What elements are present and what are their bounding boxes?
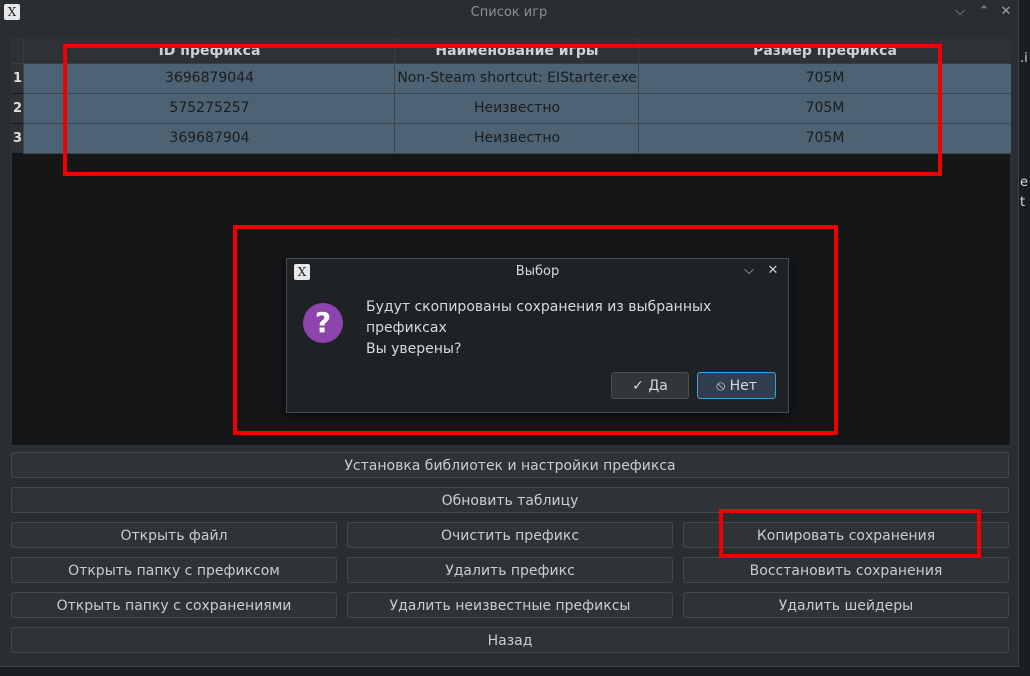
window-titlebar[interactable]: X Список игр ⌵ ⌃ ✕ (0, 0, 1018, 26)
install-libraries-button[interactable]: Установка библиотек и настройки префикса (11, 452, 1009, 478)
close-icon[interactable]: ✕ (997, 3, 1015, 21)
highlight-box-table (63, 44, 942, 176)
background-text-fragment: e (1020, 175, 1028, 190)
clear-prefix-button[interactable]: Очистить префикс (347, 522, 673, 548)
open-file-button[interactable]: Открыть файл (11, 522, 337, 548)
window-title: Список игр (470, 5, 548, 20)
background-text-fragment: .i (1020, 51, 1028, 66)
row-number[interactable]: 3 (12, 124, 23, 153)
open-prefix-folder-button[interactable]: Открыть папку с префиксом (11, 557, 337, 583)
back-button[interactable]: Назад (11, 627, 1009, 653)
restore-saves-button[interactable]: Восстановить сохранения (683, 557, 1009, 583)
row-number[interactable]: 1 (12, 64, 23, 93)
background-text-fragment: t (1020, 195, 1026, 210)
highlight-box-copy-saves (719, 509, 981, 558)
minimize-icon[interactable]: ⌵ (951, 3, 969, 21)
background-window-fragment: .i e t (1019, 0, 1030, 676)
highlight-box-dialog (233, 225, 838, 435)
delete-unknown-prefixes-button[interactable]: Удалить неизвестные префиксы (347, 592, 673, 618)
open-saves-folder-button[interactable]: Открыть папку с сохранениями (11, 592, 337, 618)
delete-prefix-button[interactable]: Удалить префикс (347, 557, 673, 583)
row-number[interactable]: 2 (12, 94, 23, 123)
delete-shaders-button[interactable]: Удалить шейдеры (683, 592, 1009, 618)
maximize-icon[interactable]: ⌃ (975, 3, 993, 21)
